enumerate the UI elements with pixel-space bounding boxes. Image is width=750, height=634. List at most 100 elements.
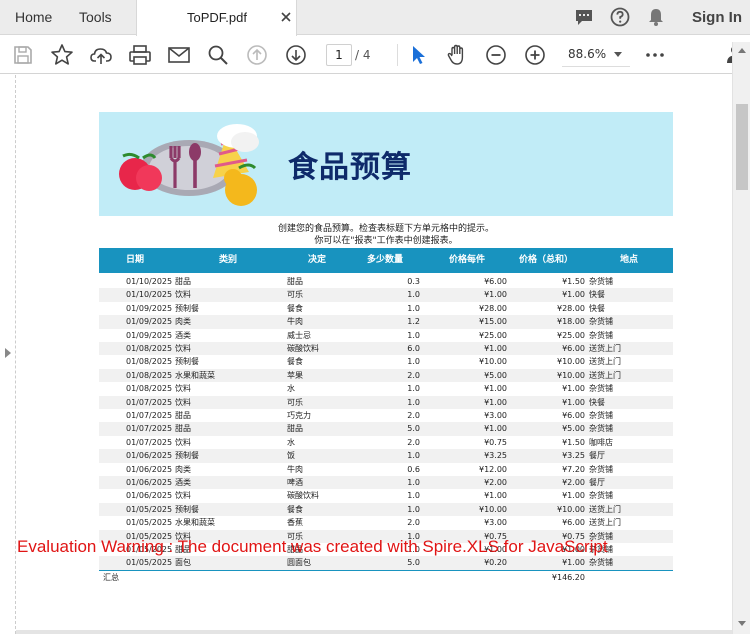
table-cell: 送货上门	[589, 344, 621, 353]
table-cell: ¥5.00	[562, 424, 585, 434]
table-row: 01/10/2025 饮料 可乐 1.0 ¥1.00 ¥1.00 快餐	[99, 288, 673, 302]
table-cell: 送货上门	[589, 357, 621, 367]
table-cell: 饭	[287, 451, 295, 461]
table-cell: 2.0	[407, 437, 420, 447]
table-cell: ¥1.00	[562, 384, 585, 394]
page-number-input[interactable]: 1	[326, 44, 352, 66]
table-cell: 01/10/2025	[126, 277, 173, 286]
table-cell: 01/08/2025	[126, 344, 173, 353]
table-cell: 甜品	[287, 424, 303, 434]
table-row: 01/09/2025 肉类 牛肉 1.2 ¥15.00 ¥18.00 杂货铺	[99, 315, 673, 329]
save-icon[interactable]	[10, 42, 36, 68]
cloud-upload-icon[interactable]	[88, 42, 114, 68]
table-cell: 可乐	[287, 397, 303, 407]
zoom-out-icon[interactable]	[483, 42, 509, 68]
table-cell: 碳酸饮料	[287, 491, 319, 501]
table-cell: 餐食	[287, 357, 303, 367]
scroll-thumb[interactable]	[736, 104, 748, 190]
table-cell: 01/09/2025	[126, 330, 173, 340]
more-icon[interactable]	[642, 42, 668, 68]
select-arrow-icon[interactable]	[405, 42, 431, 68]
sign-in-link[interactable]: Sign In	[692, 0, 742, 35]
table-row: 01/07/2025 甜品 巧克力 2.0 ¥3.00 ¥6.00 杂货铺	[99, 409, 673, 422]
table-cell: ¥1.00	[484, 424, 507, 434]
table-row: 01/06/2025 酒类 啤酒 1.0 ¥2.00 ¥2.00 餐厅	[99, 476, 673, 490]
table-cell: ¥7.20	[562, 464, 585, 474]
table-cell: 预制餐	[175, 303, 199, 313]
close-icon[interactable]	[279, 10, 293, 24]
table-cell: 1.0	[407, 330, 420, 340]
column-header: 价格（总和）	[519, 255, 574, 265]
table-cell: 1.0	[407, 451, 420, 461]
table-cell: ¥12.00	[479, 464, 507, 474]
table-cell: 饮料	[175, 491, 191, 501]
scroll-down-icon[interactable]	[738, 621, 746, 626]
table-cell: ¥1.50	[562, 437, 585, 447]
table-cell: 5.0	[407, 558, 420, 568]
table-cell: 送货上门	[589, 504, 621, 514]
table-cell: ¥18.00	[557, 317, 585, 327]
table-cell: ¥2.00	[562, 478, 585, 487]
table-cell: 肉类	[175, 317, 191, 327]
tab-tools[interactable]: Tools	[79, 0, 112, 35]
table-cell: 01/05/2025	[126, 504, 173, 514]
table-row: 01/08/2025 水果和蔬菜 苹果 2.0 ¥5.00 ¥10.00 送货上门	[99, 368, 673, 383]
table-cell: 甜品	[287, 277, 303, 286]
tab-document[interactable]: ToPDF.pdf	[136, 0, 297, 36]
help-icon[interactable]	[609, 6, 631, 28]
print-icon[interactable]	[127, 42, 153, 68]
table-cell: 餐食	[287, 504, 303, 514]
table-cell: ¥3.25	[484, 451, 507, 461]
comment-icon[interactable]	[573, 6, 595, 28]
table-cell: 杂货铺	[589, 384, 613, 394]
star-icon[interactable]	[49, 42, 75, 68]
table-cell: 杂货铺	[589, 491, 613, 501]
main-toolbar: 1 / 4 88.6%	[0, 36, 750, 74]
page-bottom-edge	[16, 630, 732, 634]
table-cell: ¥1.00	[562, 491, 585, 501]
table-cell: 杂货铺	[589, 330, 613, 340]
table-cell: 牛肉	[287, 464, 303, 474]
table-row: 01/05/2025 水果和蔬菜 香蕉 2.0 ¥3.00 ¥6.00 送货上门	[99, 516, 673, 529]
scroll-up-icon[interactable]	[738, 48, 746, 53]
document-title: 食品预算	[288, 150, 412, 185]
table-cell: ¥5.00	[484, 370, 507, 380]
tab-home[interactable]: Home	[15, 0, 52, 35]
table-cell: 01/07/2025	[126, 397, 173, 407]
total-row: 汇总 ¥146.20	[99, 571, 673, 585]
document-tab-label: ToPDF.pdf	[187, 10, 247, 25]
zoom-select[interactable]: 88.6%	[562, 43, 630, 67]
table-cell: 威士忌	[287, 330, 311, 340]
table-cell: ¥10.00	[557, 370, 585, 380]
zoom-in-icon[interactable]	[522, 42, 548, 68]
table-row: 01/06/2025 饮料 碳酸饮料 1.0 ¥1.00 ¥1.00 杂货铺	[99, 489, 673, 502]
table-cell: 1.0	[407, 290, 420, 300]
table-cell: 水	[287, 384, 295, 394]
table-cell: 饮料	[175, 397, 191, 407]
mail-icon[interactable]	[166, 42, 192, 68]
column-header: 多少数量	[367, 255, 404, 265]
column-header: 类别	[219, 255, 238, 265]
chevron-down-icon	[614, 52, 622, 57]
table-cell: ¥1.50	[562, 277, 585, 286]
table-cell: ¥1.00	[562, 558, 585, 568]
table-row: 01/06/2025 预制餐 饭 1.0 ¥3.25 ¥3.25 餐厅	[99, 449, 673, 463]
table-cell: 杂货铺	[589, 558, 613, 568]
page-down-icon[interactable]	[283, 42, 309, 68]
total-label: 汇总	[103, 573, 119, 582]
table-cell: ¥0.20	[484, 558, 507, 568]
table-cell: 杂货铺	[589, 424, 613, 434]
hand-icon[interactable]	[444, 42, 470, 68]
expand-panel-icon[interactable]	[5, 348, 11, 358]
table-cell: 香蕉	[287, 518, 303, 528]
table-row: 01/05/2025 面包 圆面包 5.0 ¥0.20 ¥1.00 杂货铺	[99, 556, 673, 570]
table-cell: 碳酸饮料	[287, 344, 319, 353]
search-icon[interactable]	[205, 42, 231, 68]
bell-icon[interactable]	[645, 6, 667, 28]
table-cell: 预制餐	[175, 504, 199, 514]
table-cell: 快餐	[589, 290, 605, 300]
table-cell: 1.0	[407, 397, 420, 407]
page-up-icon[interactable]	[244, 42, 270, 68]
vertical-scrollbar[interactable]	[732, 42, 750, 634]
table-cell: 圆面包	[287, 558, 311, 568]
